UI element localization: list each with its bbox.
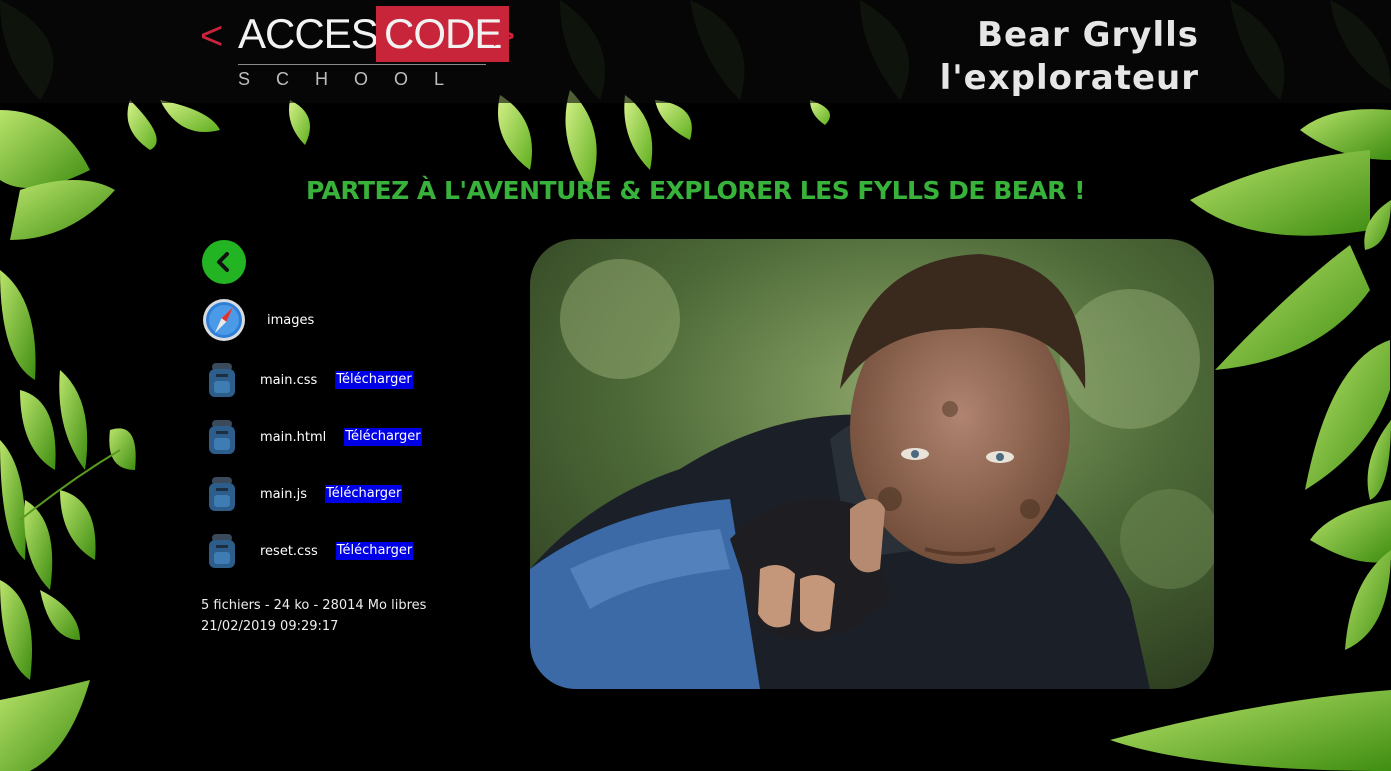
file-name[interactable]: main.css (260, 373, 317, 388)
directory-status: 5 fichiers - 24 ko - 28014 Mo libres 21/… (201, 595, 426, 637)
list-item-main-html: main.html Télécharger (202, 417, 422, 457)
chevron-left-icon (217, 252, 229, 272)
list-item-main-css: main.css Télécharger (202, 360, 413, 400)
status-datetime: 21/02/2019 09:29:17 (201, 619, 339, 634)
page-headline: PARTEZ À L'AVENTURE & EXPLORER LES FYLLS… (305, 176, 1086, 205)
header-bar: < ACCESS CODE > SCHOOL Bear Grylls l'exp… (0, 0, 1391, 103)
download-link[interactable]: Télécharger (335, 542, 414, 560)
logo-left-chevron: < (200, 14, 224, 58)
download-link[interactable]: Télécharger (335, 371, 413, 389)
backpack-icon (202, 360, 242, 400)
download-link[interactable]: Télécharger (344, 428, 422, 446)
backpack-icon (202, 417, 242, 457)
list-item-reset-css: reset.css Télécharger (202, 531, 414, 571)
logo-divider (238, 64, 486, 65)
file-name[interactable]: images (267, 313, 314, 328)
logo-code-text: CODE (376, 6, 510, 62)
backpack-icon (202, 474, 242, 514)
access-code-school-logo[interactable]: < ACCESS CODE > SCHOOL (200, 6, 520, 90)
list-item-images[interactable]: images (202, 298, 314, 342)
status-summary: 5 fichiers - 24 ko - 28014 Mo libres (201, 598, 427, 613)
hero-photo-bear-grylls (530, 239, 1214, 689)
site-title-line1: Bear Grylls (977, 15, 1199, 55)
file-name[interactable]: reset.css (260, 544, 318, 559)
back-button[interactable] (202, 240, 246, 284)
list-item-main-js: main.js Télécharger (202, 474, 403, 514)
logo-school-text: SCHOOL (238, 69, 471, 89)
site-title: Bear Grylls l'explorateur (940, 14, 1199, 100)
file-name[interactable]: main.js (260, 487, 307, 502)
safari-compass-icon (202, 298, 246, 342)
download-link[interactable]: Télécharger (325, 485, 403, 503)
file-name[interactable]: main.html (260, 430, 326, 445)
backpack-icon (202, 531, 242, 571)
site-title-line2: l'explorateur (939, 58, 1199, 98)
logo-right-chevron: > (492, 14, 516, 58)
